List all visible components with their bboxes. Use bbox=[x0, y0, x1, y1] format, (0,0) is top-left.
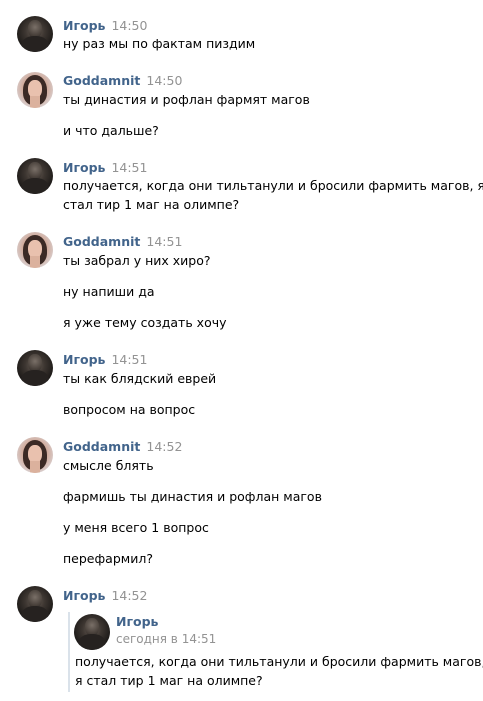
message-text: фармишь ты династия и рофлан магов bbox=[63, 489, 322, 504]
message-text: и что дальше? bbox=[63, 123, 159, 138]
message-author[interactable]: Игорь 14:51 bbox=[63, 352, 147, 367]
message-time[interactable]: 14:51 bbox=[111, 160, 147, 175]
avatar[interactable] bbox=[17, 158, 53, 194]
message-author[interactable]: Игорь 14:51 bbox=[63, 160, 147, 175]
forwarded-author[interactable]: Игорь bbox=[116, 614, 158, 629]
avatar[interactable] bbox=[17, 72, 53, 108]
message-time[interactable]: 14:50 bbox=[111, 18, 147, 33]
avatar[interactable] bbox=[17, 350, 53, 386]
message-time[interactable]: 14:51 bbox=[146, 234, 182, 249]
forwarded-text: получается, когда они тильтанули и броси… bbox=[75, 654, 483, 669]
forwarded-avatar[interactable] bbox=[74, 614, 110, 650]
avatar[interactable] bbox=[17, 586, 53, 622]
message-text: я уже тему создать хочу bbox=[63, 315, 227, 330]
message-time[interactable]: 14:52 bbox=[111, 588, 147, 603]
message-text: ты забрал у них хиро? bbox=[63, 253, 211, 268]
forwarded-date[interactable]: сегодня в 14:51 bbox=[116, 632, 216, 646]
avatar[interactable] bbox=[17, 437, 53, 473]
message-text: смысле блять bbox=[63, 458, 154, 473]
forwarded-text: я стал тир 1 маг на олимпе? bbox=[75, 673, 263, 688]
message-author[interactable]: Goddamnit 14:52 bbox=[63, 439, 182, 454]
message-text: ну напиши да bbox=[63, 284, 155, 299]
avatar[interactable] bbox=[17, 232, 53, 268]
message-text: ты династия и рофлан фармят магов bbox=[63, 92, 310, 107]
message-author[interactable]: Игорь 14:50 bbox=[63, 18, 147, 33]
message-text: у меня всего 1 вопрос bbox=[63, 520, 209, 535]
message-text: перефармил? bbox=[63, 551, 153, 566]
message-author[interactable]: Игорь 14:52 bbox=[63, 588, 147, 603]
message-text: ты как блядский еврей bbox=[63, 371, 217, 386]
message-author[interactable]: Goddamnit 14:51 bbox=[63, 234, 182, 249]
message-author[interactable]: Goddamnit 14:50 bbox=[63, 73, 182, 88]
message-text: вопросом на вопрос bbox=[63, 402, 196, 417]
message-text: ну раз мы по фактам пиздим bbox=[63, 36, 256, 51]
message-time[interactable]: 14:50 bbox=[146, 73, 182, 88]
message-text: стал тир 1 маг на олимпе? bbox=[63, 197, 240, 212]
message-time[interactable]: 14:51 bbox=[111, 352, 147, 367]
message-text: получается, когда они тильтанули и броси… bbox=[63, 178, 483, 193]
avatar[interactable] bbox=[17, 16, 53, 52]
message-time[interactable]: 14:52 bbox=[146, 439, 182, 454]
